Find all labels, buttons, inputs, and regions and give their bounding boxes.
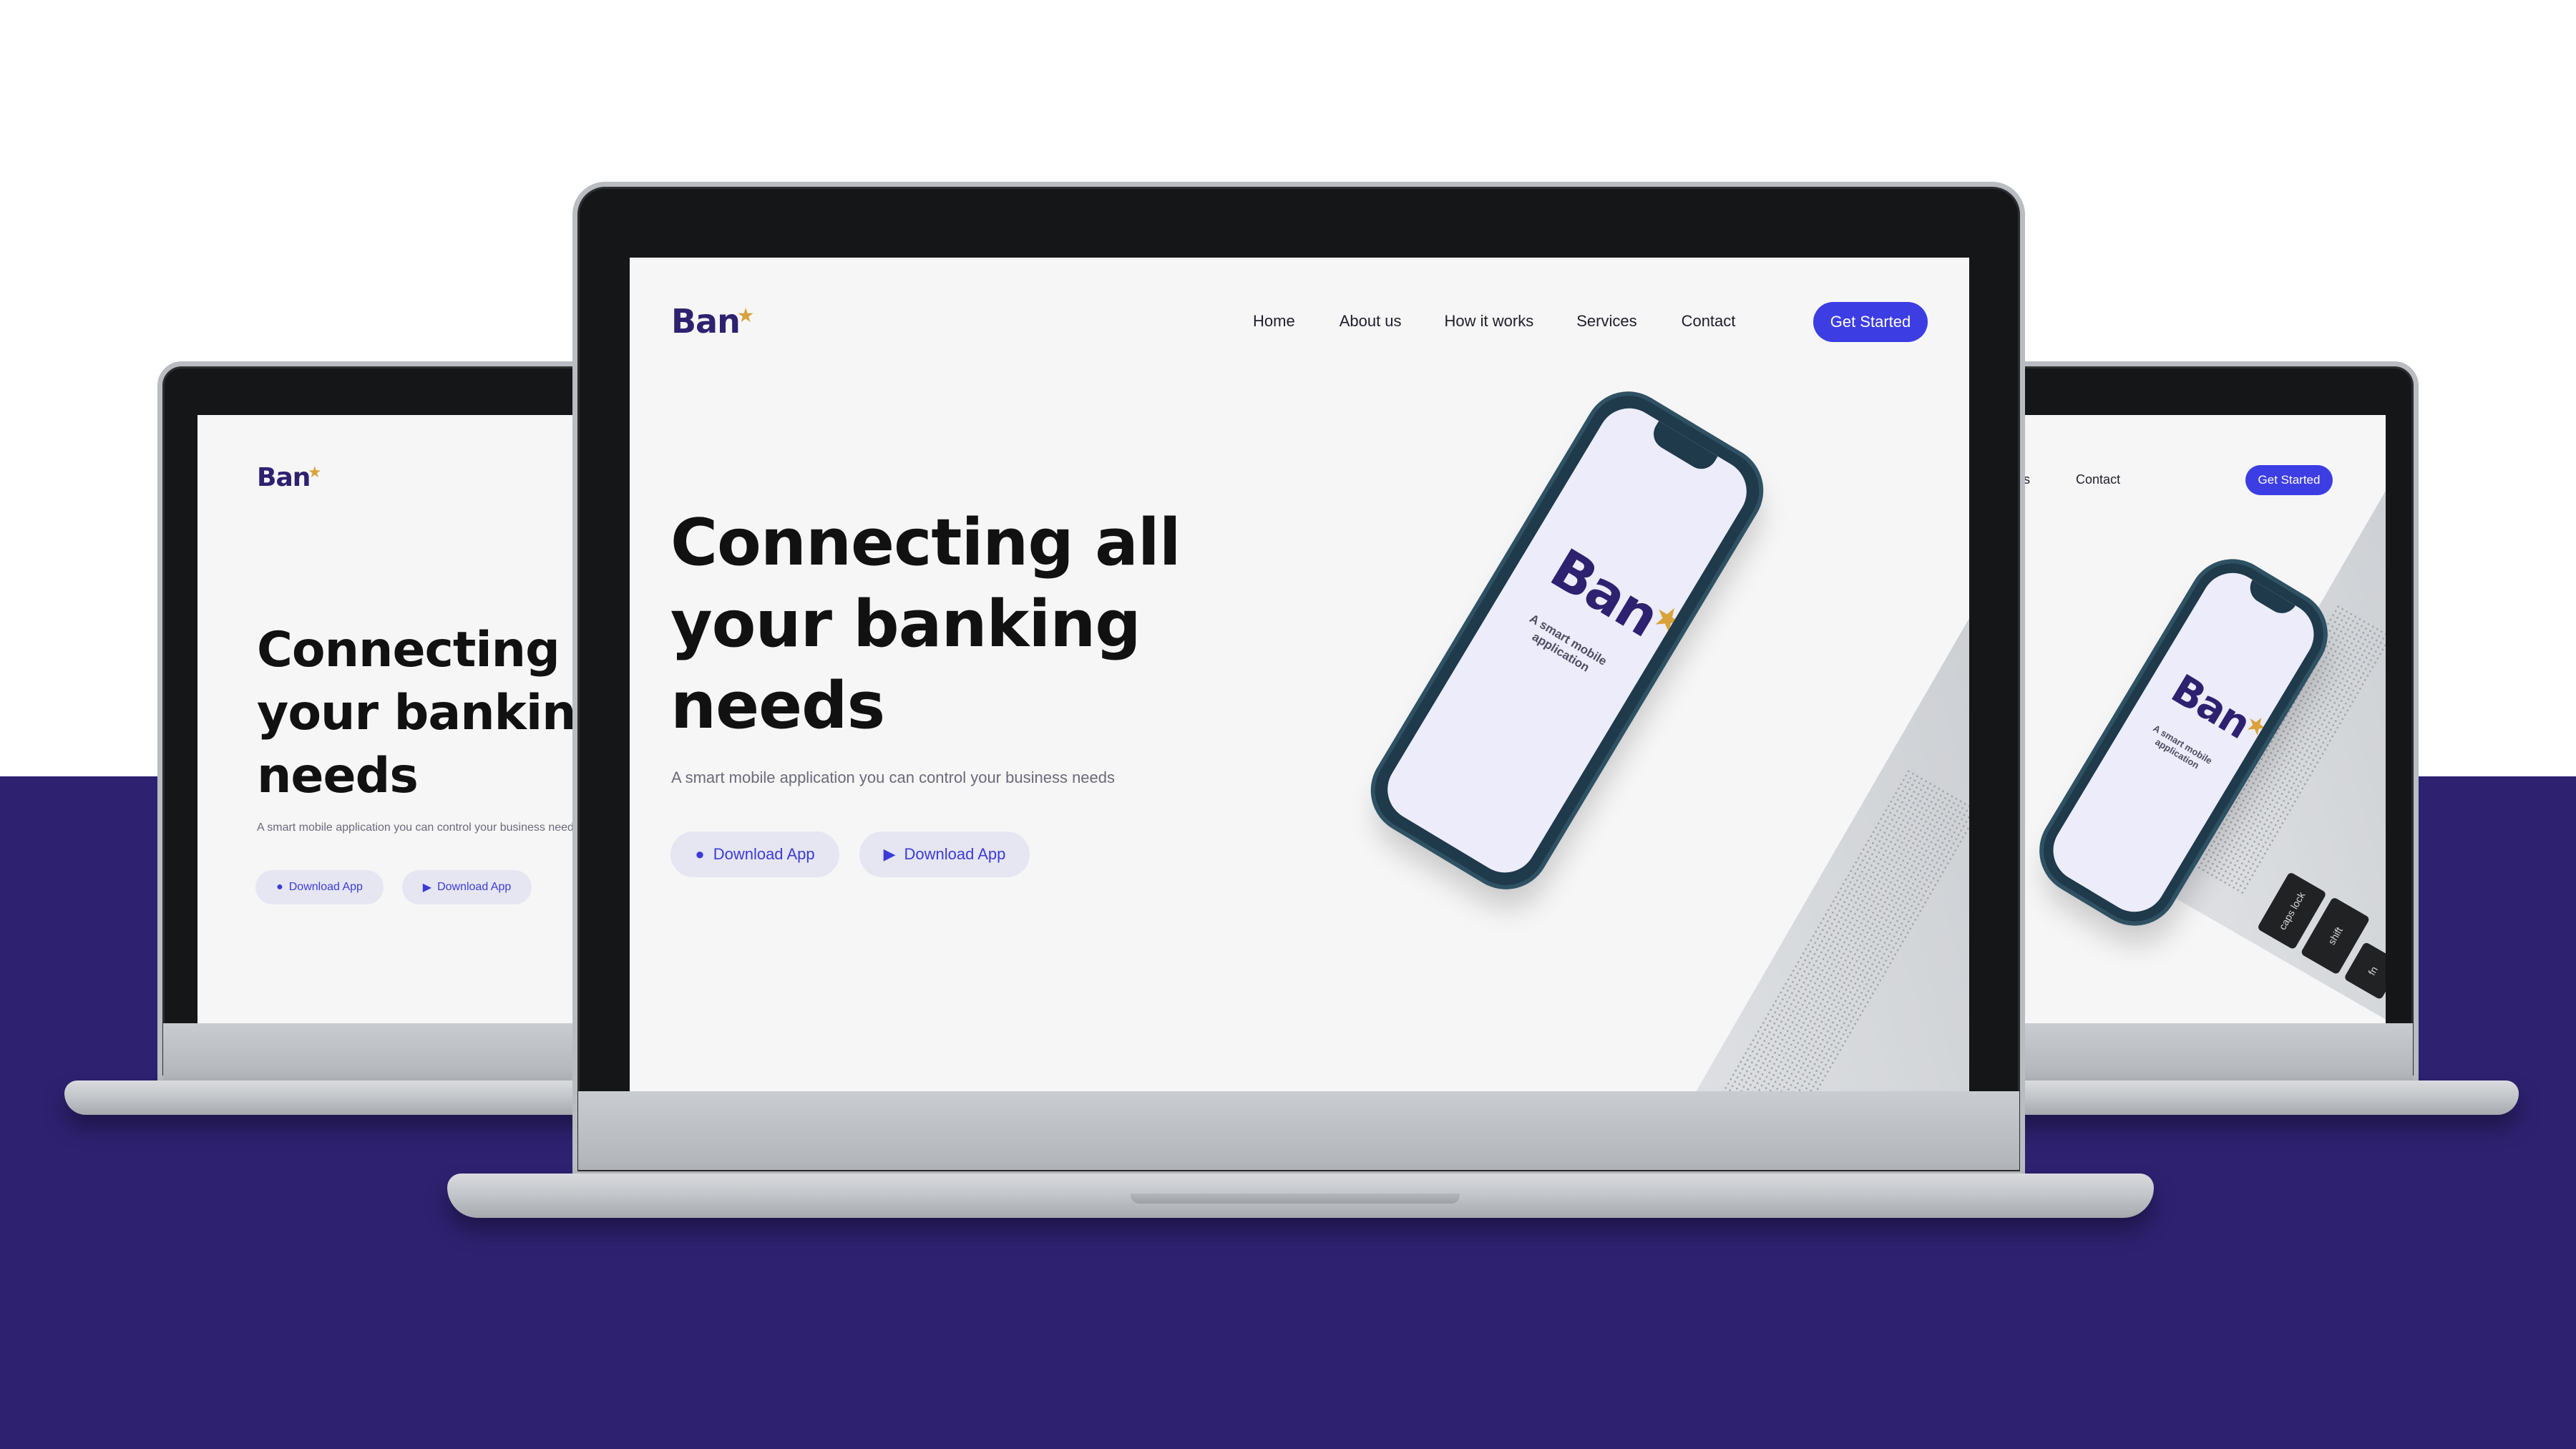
apple-icon: ● <box>695 845 705 863</box>
download-app-play-button[interactable]: ▶ Download App <box>402 870 532 904</box>
get-started-button[interactable]: Get Started <box>2245 465 2333 495</box>
play-store-icon: ▶ <box>422 882 432 894</box>
speaker-grille <box>1707 768 1969 1091</box>
trackpad-notch <box>1131 1194 1460 1204</box>
nav-about-us[interactable]: About us <box>1340 312 1402 331</box>
hero-subtitle: A smart mobile application you can contr… <box>257 821 580 834</box>
phone-notch <box>1647 421 1718 475</box>
get-started-button[interactable]: Get Started <box>1813 302 1928 342</box>
nav-services[interactable]: Services <box>1576 312 1636 331</box>
nav-home[interactable]: Home <box>1253 312 1295 331</box>
download-app-apple-button[interactable]: ● Download App <box>670 831 839 877</box>
main-nav: Home About us How it works Services Cont… <box>1253 312 1735 331</box>
star-icon: ★ <box>736 303 755 327</box>
apple-icon: ● <box>276 881 283 893</box>
download-app-play-button[interactable]: ▶ Download App <box>859 831 1030 877</box>
center-laptop-chin <box>578 1091 2019 1170</box>
left-laptop-base <box>64 1080 658 1115</box>
phone-mockup: Ban★ A smart mobile application <box>1360 381 1775 900</box>
nav-contact[interactable]: Contact <box>1682 312 1736 331</box>
nav-how-it-works[interactable]: How it works <box>1445 312 1534 331</box>
hero-title: Connecting all your banking needs <box>670 505 1181 743</box>
hero-subtitle: A smart mobile application you can contr… <box>671 769 1116 786</box>
center-screen: Ban★ Home About us How it works Services… <box>630 258 1969 1091</box>
phone-notch <box>2244 580 2296 620</box>
play-store-icon: ▶ <box>883 845 896 863</box>
phone-screen: Ban★ A smart mobile application <box>1375 396 1759 884</box>
star-icon: ★ <box>308 464 321 482</box>
brand-logo[interactable]: Ban★ <box>671 302 757 341</box>
nav-contact[interactable]: Contact <box>2076 472 2120 487</box>
download-app-apple-button[interactable]: ● Download App <box>255 870 384 904</box>
brand-logo[interactable]: Ban★ <box>257 463 323 492</box>
